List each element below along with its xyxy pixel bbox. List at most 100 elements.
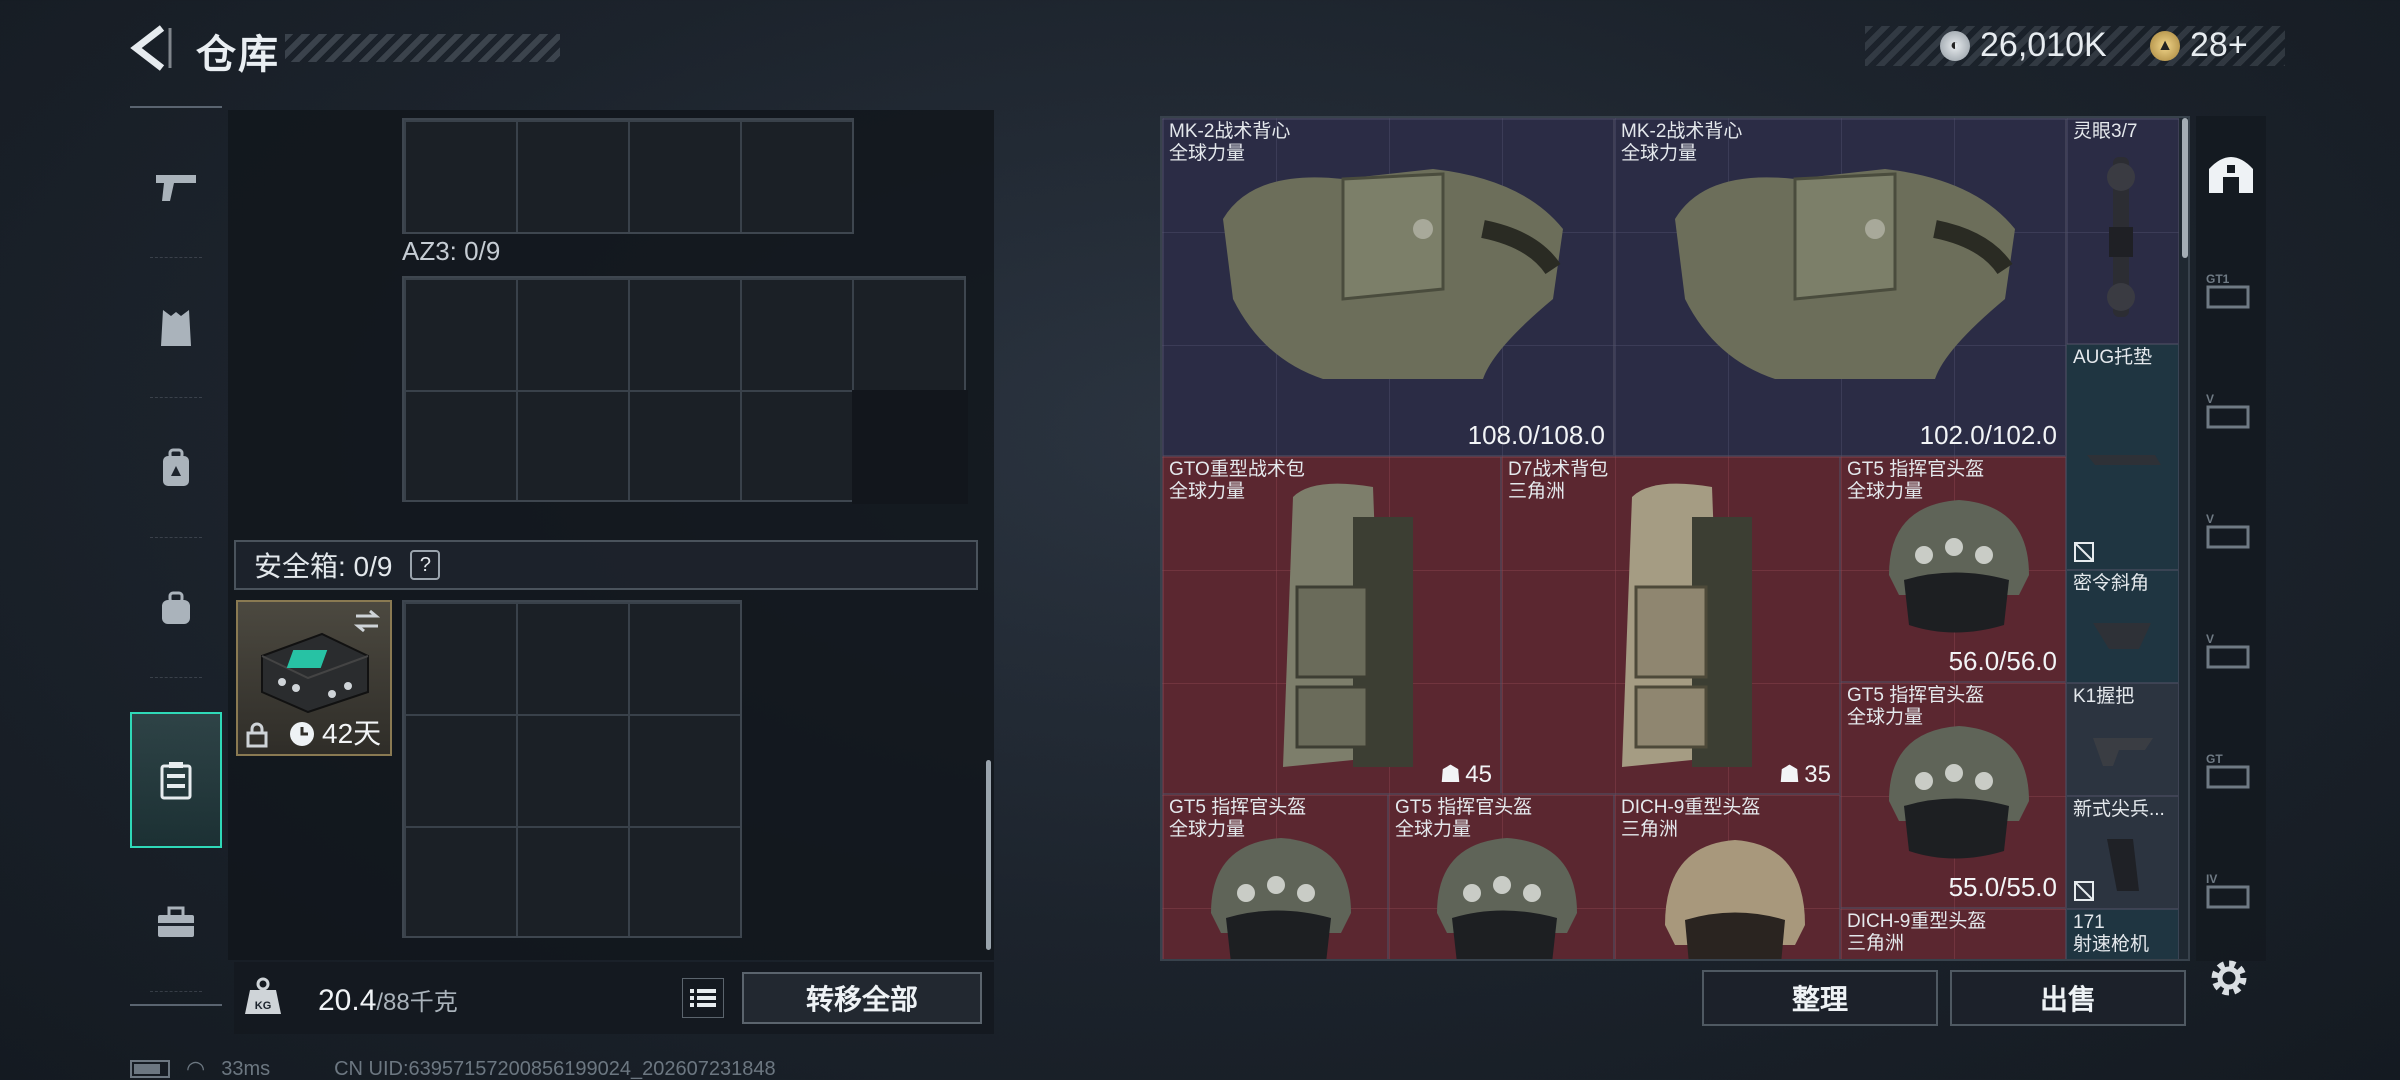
safebox-grid[interactable] [402,600,742,938]
tab-v2[interactable]: V [2196,476,2266,586]
item-name: 灵眼3/7 [2073,121,2138,142]
helmet-item-icon [1211,838,1351,959]
item-capacity: ☗ 35 [1778,760,1831,789]
safebox-item-icon [261,632,369,714]
vest-item-icon [1675,169,2015,379]
container-v-icon: V [2206,632,2250,669]
grip-item-icon [2093,623,2151,649]
item-durability: 102.0/102.0 [1919,420,2057,450]
tab-gt[interactable]: GT [2196,716,2266,826]
nav-bag[interactable] [130,538,222,678]
az3-label: AZ3: 0/9 [402,236,501,266]
currency-secondary[interactable]: ▲ 28+ [2150,26,2248,65]
no-trade-icon [2074,881,2094,901]
item-gt5-helmet-3[interactable]: GT5 指挥官头盔 全球力量 [1162,794,1388,959]
ping-value: 33ms [221,1057,271,1080]
inventory-scrollbar[interactable] [2182,118,2188,258]
item-gt5-helmet-1[interactable]: GT5 指挥官头盔 全球力量 56.0/56.0 [1840,456,2066,682]
capacity-icon: ☗ [1778,761,1801,788]
backpack-item-icon [1622,483,1752,767]
nav-weapons[interactable] [130,118,222,258]
sort-button[interactable]: 整理 [1702,970,1938,1026]
weight-max: /88千克 [376,989,458,1016]
helmet-item-icon [1889,726,2029,859]
item-vest-1[interactable]: MK-2战术背心 全球力量 108.0/108.0 [1162,118,1614,456]
grip-item-icon [2107,839,2139,891]
item-durability: 56.0/56.0 [1948,646,2057,676]
item-gt5-helmet-2[interactable]: GT5 指挥官头盔 全球力量 55.0/55.0 [1840,682,2066,908]
item-d7-backpack[interactable]: D7战术背包 三角洲 ☗ 35 [1501,456,1840,794]
wifi-icon: ◠ [186,1056,206,1080]
container-gt-icon: GT [2206,752,2250,789]
clock-icon [290,722,314,746]
item-name: GT5 指挥官头盔 全球力量 [1169,797,1307,840]
safebox-icon [160,762,192,800]
weight-value: 20.4 [318,984,377,1017]
item-name: AUG托垫 [2073,347,2153,368]
title-decoration [285,34,560,62]
item-name: GTO重型战术包 全球力量 [1169,459,1305,502]
svg-text:GT: GT [2206,752,2223,766]
item-name: MK-2战术背心 全球力量 [1169,121,1291,164]
item-gt5-helmet-4[interactable]: GT5 指挥官头盔 全球力量 [1388,794,1614,959]
item-vest-2[interactable]: MK-2战术背心 全球力量 102.0/102.0 [1614,118,2066,456]
triangle-coin-icon: ▲ [2150,30,2180,61]
tab-all[interactable] [2196,118,2266,228]
status-bar: ◠ 33ms CN UID:639571572008561990​24_2026… [130,1056,776,1080]
item-171-bolt[interactable]: 171 射速枪机 [2066,909,2179,959]
gear-icon[interactable] [2206,955,2252,1001]
item-durability: 108.0/108.0 [1467,420,1605,450]
item-gto-backpack[interactable]: GTO重型战术包 全球力量 ☗ 45 [1162,456,1501,794]
coin-icon: ◐ [1940,30,1970,61]
svg-text:GT1: GT1 [2206,272,2230,286]
item-name: GT5 指挥官头盔 全球力量 [1847,459,1985,502]
container-grid-top[interactable] [402,118,854,234]
safebox-label: 安全箱: 0/9 [254,551,393,582]
transfer-all-button[interactable]: 转移全部 [742,972,982,1024]
safebox-timer: 42天 [322,718,382,749]
item-scope[interactable]: 灵眼3/7 [2066,118,2179,344]
item-new-pointman[interactable]: 新式尖兵... [2066,796,2179,909]
swap-icon[interactable] [352,608,382,634]
help-icon[interactable]: ? [410,550,441,580]
tab-v1[interactable]: V [2196,356,2266,466]
grid-blank [852,390,968,504]
tab-gt1[interactable]: GT1 [2196,236,2266,346]
item-name: DICH-9重型头盔 三角洲 [1847,911,1987,954]
item-name: 171 射速枪机 [2073,912,2150,955]
page-title: 仓库 [196,33,280,77]
nav-backpack[interactable] [130,398,222,538]
item-angled-grip[interactable]: 密令斜角 [2066,570,2179,683]
uid-text: CN UID:639571572008561990​24_20260723184… [334,1057,776,1080]
item-k1-grip[interactable]: K1握把 [2066,683,2179,796]
svg-text:V: V [2206,632,2214,646]
item-name: K1握把 [2073,686,2135,707]
item-dich9-helmet-2[interactable]: DICH-9重型头盔 三角洲 [1840,908,2066,959]
safebox-slot[interactable]: 42天 [236,600,392,756]
item-aug-pad[interactable]: AUG托垫 [2066,344,2179,570]
battery-icon [130,1060,170,1078]
nav-toolbox[interactable] [130,852,222,992]
bag-icon [162,591,190,624]
nav-armor[interactable] [130,258,222,398]
no-trade-icon [2074,542,2094,562]
pistol-icon [156,175,196,201]
right-category-tabs: GT1 V V V GT IV [2196,116,2266,961]
back-arrow-icon[interactable] [128,24,174,72]
item-name: 密令斜角 [2073,573,2150,594]
tab-v3[interactable]: V [2196,596,2266,706]
currency-main-value: 26,010K [1980,26,2107,64]
item-dich9-helmet-1[interactable]: DICH-9重型头盔 三角洲 [1614,794,1840,959]
container-scrollbar[interactable] [986,760,991,950]
toolbox-icon [158,906,194,937]
tab-iv[interactable]: IV [2196,836,2266,946]
item-name: GT5 指挥官头盔 全球力量 [1395,797,1533,840]
nav-safebox[interactable] [130,712,222,848]
backpack-item-icon [1283,483,1413,767]
warehouse-icon [2209,157,2253,193]
svg-text:KG: KG [255,1000,272,1012]
helmet-item-icon [1889,500,2029,633]
sell-button[interactable]: 出售 [1950,970,2186,1026]
list-view-button[interactable] [682,978,724,1018]
currency-main[interactable]: ◐ 26,010K [1940,26,2107,65]
